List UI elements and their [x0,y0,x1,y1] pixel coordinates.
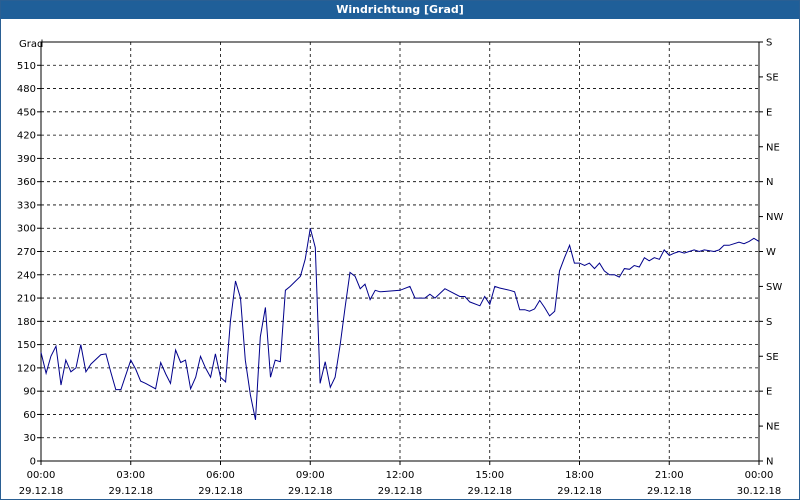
chart-title: Windrichtung [Grad] [1,1,799,19]
x-tick-time-label: 18:00 [565,470,594,481]
right-axis-label: N [766,457,773,468]
wind-direction-chart: 0 30 60 90 120 150 180 210 240 270 300 330 360 390 420… [17,38,784,498]
x-tick-date-label: 30.12.18 [737,486,782,497]
right-axis-label: W [766,247,776,258]
y-tick-label: 180 [17,317,36,328]
y-tick-label: 450 [17,107,36,118]
y-tick-label: 330 [17,200,36,211]
x-tick-date-label: 29.12.18 [19,486,64,497]
y-tick-label: 120 [17,363,36,374]
y-tick-label: 270 [17,247,36,258]
x-tick-time-label: 21:00 [655,470,684,481]
right-axis-label: E [766,387,772,398]
y-tick-label: 300 [17,224,36,235]
x-tick-time-label: 06:00 [206,470,235,481]
x-tick-time-label: 00:00 [27,470,56,481]
y-tick-label: 480 [17,84,36,95]
x-tick-date-label: 29.12.18 [378,486,423,497]
y-tick-label: 90 [23,387,36,398]
y-axis-label: Grad [19,39,43,50]
x-tick-date-label: 29.12.18 [288,486,333,497]
y-tick-label: 240 [17,270,36,281]
x-tick-time-label: 12:00 [386,470,415,481]
y-tick-label: 510 [17,61,36,72]
y-tick-label: 60 [23,410,36,421]
y-tick-label: 360 [17,177,36,188]
x-tick-time-label: 03:00 [116,470,145,481]
right-axis-label: SW [766,282,782,293]
y-tick-label: 390 [17,154,36,165]
x-tick-time-label: 00:00 [745,470,774,481]
x-tick-time-label: 15:00 [475,470,504,481]
right-axis-label: S [766,38,772,49]
right-axis-label: E [766,107,772,118]
y-tick-label: 210 [17,294,36,305]
right-axis-label: NW [766,212,783,223]
x-tick-date-label: 29.12.18 [108,486,153,497]
right-axis-label: SE [766,72,779,83]
x-tick-date-label: 29.12.18 [647,486,692,497]
right-axis-label: S [766,317,772,328]
right-axis-label: NE [766,142,780,153]
y-tick-label: 150 [17,340,36,351]
y-tick-label: 420 [17,131,36,142]
x-tick-time-label: 09:00 [296,470,325,481]
right-axis-label: NE [766,422,780,433]
y-tick-label: 30 [23,433,36,444]
chart-window: Windrichtung [Grad] 0 30 60 90 120 150 180 210 2… [0,0,800,500]
right-axis-label: SE [766,352,779,363]
y-tick-label: 0 [30,457,36,468]
x-tick-date-label: 29.12.18 [467,486,512,497]
x-tick-date-label: 29.12.18 [557,486,602,497]
x-tick-date-label: 29.12.18 [198,486,243,497]
right-axis-label: N [766,177,773,188]
